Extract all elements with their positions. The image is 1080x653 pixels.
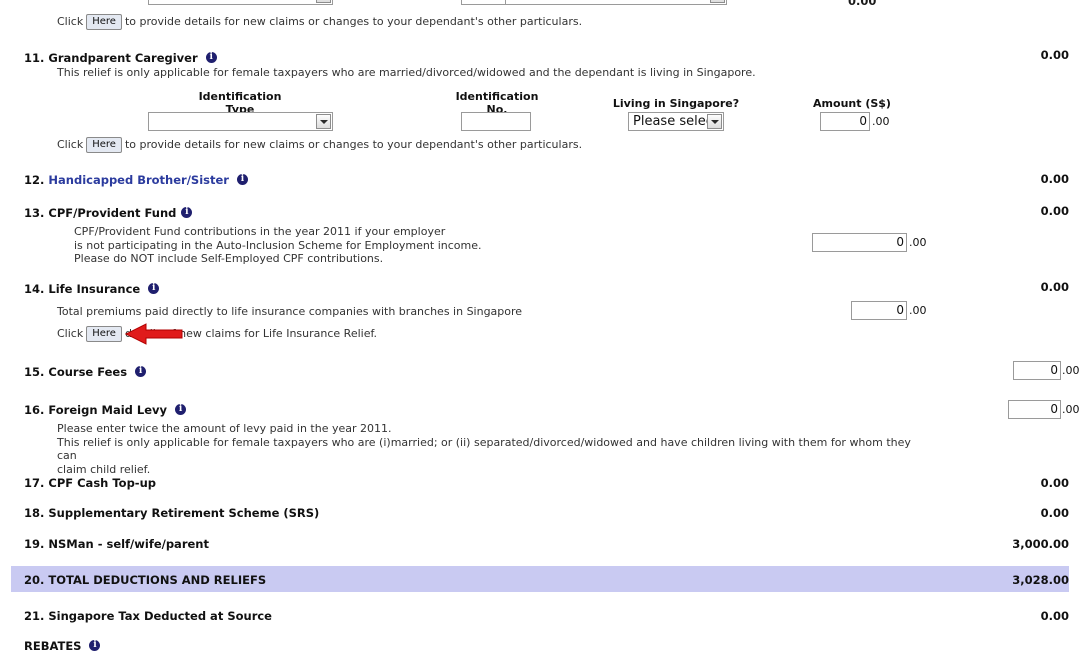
here-button-grandparent[interactable]: Here bbox=[86, 137, 122, 153]
item-18-label: Supplementary Retirement Scheme (SRS) bbox=[48, 506, 320, 520]
click-prefix-text: Click bbox=[57, 138, 84, 151]
item-17-label: CPF Cash Top-up bbox=[48, 476, 156, 490]
info-icon[interactable] bbox=[148, 282, 160, 294]
item-21-label: Singapore Tax Deducted at Source bbox=[48, 609, 272, 623]
item-14-amount-decimals: .00 bbox=[909, 304, 927, 317]
top-row-amount-value: 0.00 bbox=[848, 0, 877, 8]
tax-relief-form-page: Please select 0.00 ClickHereto provide d… bbox=[0, 0, 1080, 653]
info-icon[interactable] bbox=[135, 365, 147, 377]
item-12-title[interactable]: 12. Handicapped Brother/Sister bbox=[24, 173, 248, 187]
grandparent-identification-no-input[interactable] bbox=[461, 112, 531, 131]
item-18-value: 0.00 bbox=[1040, 506, 1069, 520]
item-13-value: 0.00 bbox=[1040, 204, 1069, 218]
life-insurance-click-line: Click Here details of new claims for Life … bbox=[57, 326, 377, 342]
item-14-number: 14. bbox=[24, 282, 45, 296]
rebates-label: REBATES bbox=[24, 639, 82, 653]
here-button-top[interactable]: Here bbox=[86, 14, 122, 30]
item-13-description: CPF/Provident Fund contributions in the … bbox=[74, 225, 482, 265]
item-15-amount-decimals: .00 bbox=[1062, 364, 1080, 377]
item-16-amount-decimals: .00 bbox=[1062, 403, 1080, 416]
grandparent-living-in-singapore-select[interactable]: Please select bbox=[628, 112, 724, 131]
item-19-title: 19. NSMan - self/wife/parent bbox=[24, 537, 209, 551]
item-14-description: Total premiums paid directly to life ins… bbox=[57, 305, 523, 318]
click-prefix-text: Click bbox=[57, 15, 84, 28]
item-16-title: 16. Foreign Maid Levy bbox=[24, 403, 187, 417]
chevron-down-icon bbox=[707, 114, 722, 129]
item-13-amount-decimals: .00 bbox=[909, 236, 927, 249]
item-11-description: This relief is only applicable for femal… bbox=[57, 66, 756, 79]
item-18-number: 18. bbox=[24, 506, 45, 520]
click-suffix-text: to provide details for new claims or cha… bbox=[124, 138, 583, 151]
item-15-amount-input[interactable]: 0 bbox=[1013, 361, 1061, 380]
click-prefix-text: Click bbox=[57, 327, 84, 340]
item-20-title: 20. TOTAL DEDUCTIONS AND RELIEFS bbox=[24, 573, 266, 587]
item-21-title: 21. Singapore Tax Deducted at Source bbox=[24, 609, 272, 623]
item-20-number: 20. bbox=[24, 573, 45, 587]
item-16-number: 16. bbox=[24, 403, 45, 417]
item-12-label[interactable]: Handicapped Brother/Sister bbox=[48, 173, 229, 187]
col-header-amount: Amount (S$) bbox=[813, 97, 891, 110]
item-11-label: Grandparent Caregiver bbox=[48, 51, 198, 65]
item-17-title: 17. CPF Cash Top-up bbox=[24, 476, 156, 490]
item-15-label: Course Fees bbox=[48, 365, 128, 379]
item-19-number: 19. bbox=[24, 537, 45, 551]
item-12-number: 12. bbox=[24, 173, 45, 187]
item-11-value: 0.00 bbox=[1040, 48, 1069, 62]
item-14-amount-input[interactable]: 0 bbox=[851, 301, 907, 320]
top-living-in-singapore-select[interactable]: Please select bbox=[505, 0, 727, 5]
item-12-value: 0.00 bbox=[1040, 172, 1069, 186]
rebates-heading: REBATES bbox=[24, 639, 101, 653]
chevron-down-icon bbox=[316, 0, 331, 3]
item-13-title: 13. CPF/Provident Fund bbox=[24, 206, 193, 220]
item-19-label: NSMan - self/wife/parent bbox=[48, 537, 209, 551]
chevron-down-icon bbox=[316, 114, 331, 129]
item-17-value: 0.00 bbox=[1040, 476, 1069, 490]
item-21-number: 21. bbox=[24, 609, 45, 623]
grandparent-amount-input[interactable]: 0 bbox=[820, 112, 870, 131]
item-13-label: CPF/Provident Fund bbox=[48, 206, 177, 220]
grandparent-living-select-value: Please select bbox=[633, 114, 707, 129]
item-14-value: 0.00 bbox=[1040, 280, 1069, 294]
item-21-value: 0.00 bbox=[1040, 609, 1069, 623]
item-16-description: Please enter twice the amount of levy pa… bbox=[57, 422, 911, 476]
top-living-select-value: Please select bbox=[510, 0, 710, 3]
item-20-label: TOTAL DEDUCTIONS AND RELIEFS bbox=[48, 573, 267, 587]
dependant-click-line-top: Click Here to provide details for new clai… bbox=[57, 14, 582, 30]
info-icon[interactable] bbox=[181, 206, 193, 218]
item-16-amount-input[interactable]: 0 bbox=[1008, 400, 1061, 419]
top-identification-type-select[interactable] bbox=[148, 0, 333, 5]
item-11-title: 11. Grandparent Caregiver bbox=[24, 51, 217, 65]
item-14-label: Life Insurance bbox=[48, 282, 141, 296]
click-suffix-text: details of new claims for Life Insurance… bbox=[124, 327, 378, 340]
grandparent-amount-decimals: .00 bbox=[872, 115, 890, 128]
info-icon[interactable] bbox=[205, 51, 217, 63]
dependant-click-line-grandparent: Click Here to provide details for new clai… bbox=[57, 137, 582, 153]
item-13-amount-input[interactable]: 0 bbox=[812, 233, 907, 252]
item-13-number: 13. bbox=[24, 206, 45, 220]
info-icon[interactable] bbox=[236, 173, 248, 185]
grandparent-identification-type-select[interactable] bbox=[148, 112, 333, 131]
chevron-down-icon bbox=[710, 0, 725, 3]
item-15-title: 15. Course Fees bbox=[24, 365, 147, 379]
item-19-value: 3,000.00 bbox=[1012, 537, 1069, 551]
item-18-title: 18. Supplementary Retirement Scheme (SRS… bbox=[24, 506, 319, 520]
item-15-number: 15. bbox=[24, 365, 45, 379]
info-icon[interactable] bbox=[175, 403, 187, 415]
here-button-life-insurance[interactable]: Here bbox=[86, 326, 122, 342]
item-14-title: 14. Life Insurance bbox=[24, 282, 160, 296]
item-16-label: Foreign Maid Levy bbox=[48, 403, 168, 417]
item-20-value: 3,028.00 bbox=[1012, 573, 1069, 587]
col-header-living-in-singapore: Living in Singapore? bbox=[612, 97, 740, 110]
item-11-number: 11. bbox=[24, 51, 45, 65]
item-17-number: 17. bbox=[24, 476, 45, 490]
click-suffix-text: to provide details for new claims or cha… bbox=[124, 15, 583, 28]
